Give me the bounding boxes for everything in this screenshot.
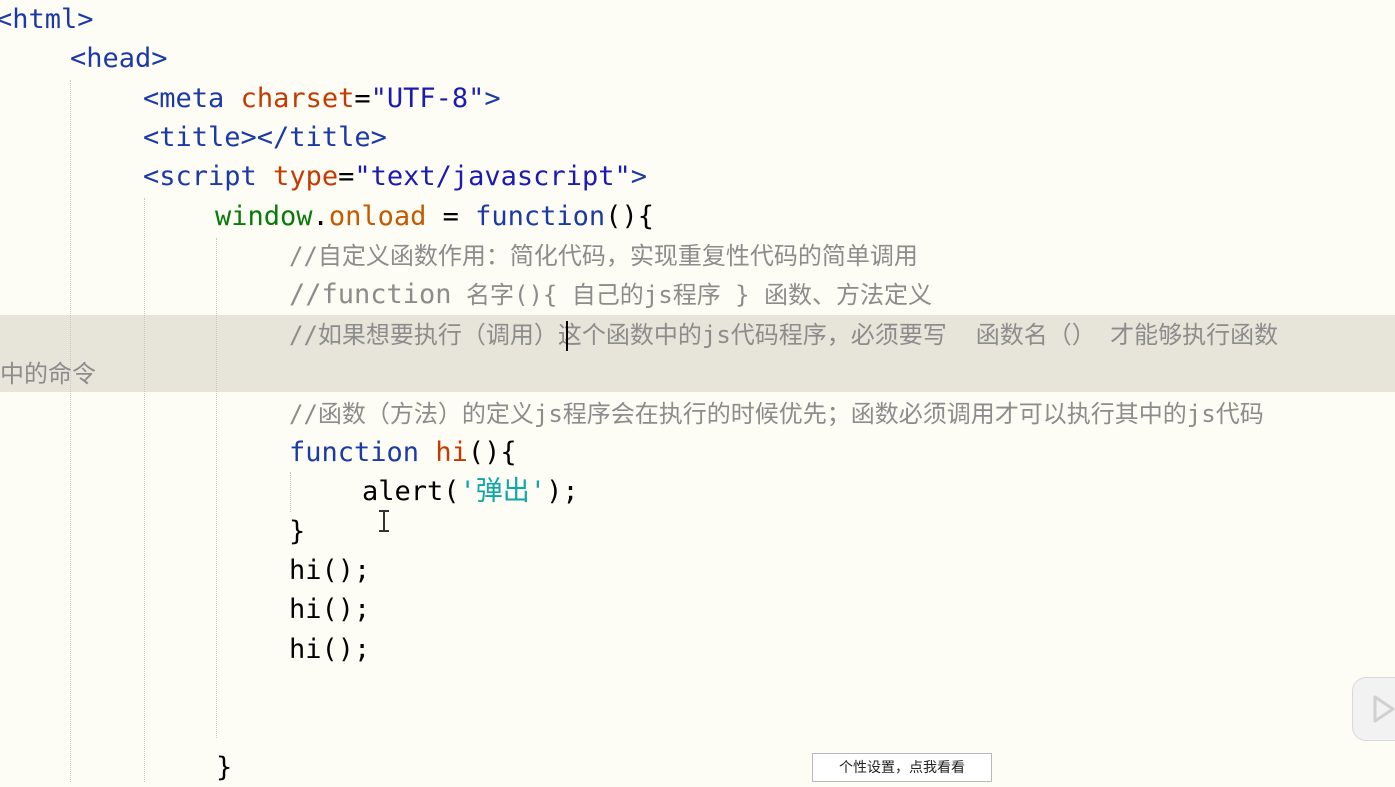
indent-guide bbox=[290, 472, 291, 512]
code-editor[interactable]: <html> <head> <meta charset="UTF-8"> <ti… bbox=[0, 0, 1395, 783]
indent-guide bbox=[70, 80, 71, 782]
indent-guide bbox=[144, 198, 145, 782]
code-line: hi(); bbox=[289, 555, 371, 586]
code-comment: //function 名字(){ 自己的js程序 } 函数、方法定义 bbox=[289, 279, 933, 310]
code-line: } bbox=[289, 516, 306, 547]
text-cursor-icon bbox=[378, 510, 390, 532]
code-line: <title></title> bbox=[143, 122, 387, 153]
code-line: window.onload = function(){ bbox=[215, 201, 654, 232]
code-line: hi(); bbox=[289, 634, 371, 665]
code-line: alert('弹出'); bbox=[362, 476, 579, 507]
code-line: <html> bbox=[0, 4, 94, 35]
code-comment: //函数（方法）的定义js程序会在执行的时候优先；函数必须调用才可以执行其中的j… bbox=[289, 400, 1264, 428]
code-line: } bbox=[216, 752, 233, 783]
code-comment-wrap: 中的命令 bbox=[0, 360, 96, 388]
indent-guide bbox=[216, 238, 217, 738]
code-comment: //如果想要执行（调用）这个函数中的js代码程序，必须要写 函数名（） 才能够执… bbox=[289, 321, 1279, 349]
settings-tooltip[interactable]: 个性设置，点我看看 bbox=[812, 753, 992, 782]
code-line: <meta charset="UTF-8"> bbox=[143, 83, 501, 114]
play-button[interactable] bbox=[1352, 677, 1395, 741]
code-line: <script type="text/javascript"> bbox=[143, 161, 647, 192]
text-caret bbox=[566, 321, 568, 351]
play-icon bbox=[1373, 695, 1395, 723]
code-comment: //自定义函数作用：简化代码，实现重复性代码的简单调用 bbox=[289, 242, 918, 270]
code-line: hi(); bbox=[289, 594, 371, 625]
code-line: <head> bbox=[70, 43, 168, 74]
code-line: function hi(){ bbox=[289, 437, 517, 468]
